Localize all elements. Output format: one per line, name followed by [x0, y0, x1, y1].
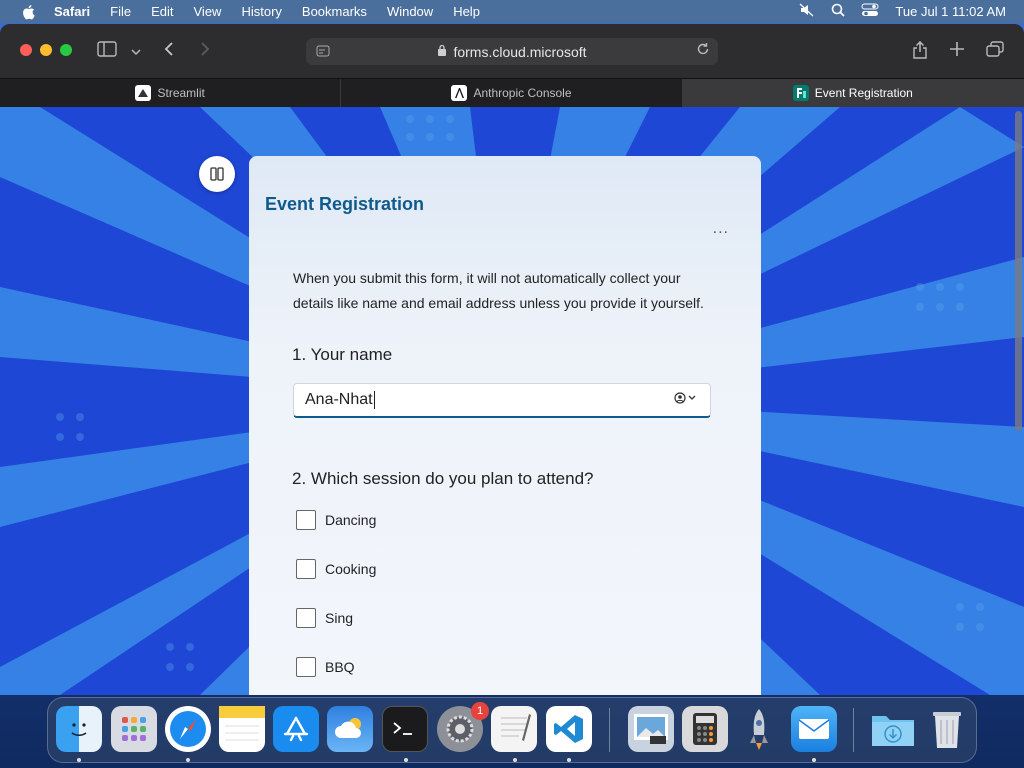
- menu-history[interactable]: History: [241, 4, 281, 19]
- menu-view[interactable]: View: [194, 4, 222, 19]
- control-center-icon[interactable]: [861, 3, 879, 20]
- book-icon: [210, 167, 224, 181]
- tab-streamlit[interactable]: Streamlit: [0, 79, 342, 107]
- streamlit-icon: [135, 85, 152, 101]
- launchpad-icon[interactable]: [111, 706, 157, 752]
- running-indicator: [186, 758, 190, 762]
- question-label: Your name: [310, 345, 393, 364]
- share-icon[interactable]: [912, 40, 928, 64]
- page-menu-icon[interactable]: [316, 44, 330, 61]
- checkbox[interactable]: [296, 657, 316, 677]
- menubar-clock[interactable]: Tue Jul 1 11:02 AM: [895, 4, 1006, 19]
- option-label: Sing: [325, 610, 354, 626]
- checkbox[interactable]: [296, 608, 316, 628]
- tab-label: Streamlit: [157, 86, 205, 100]
- running-indicator: [404, 758, 408, 762]
- web-page: Event Registration ... When you submit t…: [0, 107, 1024, 695]
- notes-icon[interactable]: [219, 706, 265, 752]
- tab-label: Event Registration: [814, 86, 913, 100]
- address-bar[interactable]: forms.cloud.microsoft: [306, 38, 718, 65]
- reload-icon[interactable]: [696, 42, 710, 59]
- browser-toolbar: forms.cloud.microsoft: [0, 24, 1024, 78]
- dock-separator: [609, 708, 610, 752]
- safari-icon[interactable]: [165, 706, 211, 752]
- new-tab-icon[interactable]: [949, 41, 965, 62]
- option-label: BBQ: [325, 659, 355, 675]
- menu-edit[interactable]: Edit: [151, 4, 173, 19]
- form-title: Event Registration: [265, 194, 425, 214]
- option-label: Dancing: [325, 512, 377, 528]
- name-input-value: Ana-Nhat: [305, 391, 373, 408]
- rocket-icon[interactable]: [736, 706, 782, 752]
- question-2: 2. Which session do you plan to attend?: [292, 469, 594, 489]
- more-options-button[interactable]: ...: [713, 220, 729, 238]
- question-label: Which session do you plan to attend?: [310, 469, 594, 488]
- option-dancing[interactable]: Dancing: [296, 510, 376, 530]
- name-input[interactable]: Ana-Nhat: [293, 383, 711, 418]
- menu-file[interactable]: File: [110, 4, 131, 19]
- mute-icon[interactable]: [799, 3, 815, 20]
- search-icon[interactable]: [831, 3, 846, 20]
- question-number: 2.: [292, 469, 307, 488]
- sidebar-toggle-icon[interactable]: [97, 41, 117, 62]
- menu-app-name[interactable]: Safari: [54, 4, 90, 19]
- chevron-down-icon[interactable]: [131, 43, 141, 61]
- option-cooking[interactable]: Cooking: [296, 559, 376, 579]
- dock-separator: [853, 708, 854, 752]
- running-indicator: [77, 758, 81, 762]
- tab-bar: Streamlit Anthropic Console Event Regist…: [0, 78, 1024, 107]
- minimize-window-button[interactable]: [40, 44, 52, 56]
- immersive-reader-button[interactable]: [199, 156, 235, 192]
- vscode-icon[interactable]: [546, 706, 592, 752]
- page-scrollbar[interactable]: [1015, 111, 1022, 431]
- autofill-contact-icon[interactable]: [674, 392, 698, 407]
- trash-icon[interactable]: [924, 706, 970, 752]
- anthropic-icon: [451, 85, 468, 101]
- lock-icon: [437, 44, 447, 59]
- window-controls: [20, 44, 72, 56]
- dock: 1: [47, 697, 977, 763]
- system-settings-icon[interactable]: 1: [437, 702, 489, 752]
- running-indicator: [567, 758, 571, 762]
- preview-icon[interactable]: [628, 706, 674, 752]
- menu-help[interactable]: Help: [453, 4, 480, 19]
- option-label: Cooking: [325, 561, 377, 577]
- menu-window[interactable]: Window: [387, 4, 433, 19]
- forward-icon[interactable]: [199, 41, 211, 62]
- tab-anthropic-console[interactable]: Anthropic Console: [341, 79, 683, 107]
- checkbox[interactable]: [296, 559, 316, 579]
- option-bbq[interactable]: BBQ: [296, 657, 355, 677]
- question-number: 1.: [292, 345, 307, 364]
- textedit-icon[interactable]: [491, 706, 537, 752]
- downloads-folder-icon[interactable]: [870, 706, 916, 752]
- mail-icon[interactable]: [791, 706, 837, 752]
- finder-icon[interactable]: [56, 706, 102, 752]
- zoom-window-button[interactable]: [60, 44, 72, 56]
- close-window-button[interactable]: [20, 44, 32, 56]
- running-indicator: [812, 758, 816, 762]
- form-card: Event Registration ... When you submit t…: [249, 156, 761, 695]
- safari-window: forms.cloud.microsoft Streamlit Anthropi…: [0, 24, 1024, 695]
- text-caret: [373, 391, 375, 409]
- tab-overview-icon[interactable]: [986, 41, 1004, 62]
- back-icon[interactable]: [163, 41, 175, 62]
- forms-icon: [792, 85, 809, 101]
- app-store-icon[interactable]: [273, 706, 319, 752]
- form-description: When you submit this form, it will not a…: [293, 270, 704, 311]
- url-text: forms.cloud.microsoft: [453, 43, 587, 60]
- menu-bar: Safari File Edit View History Bookmarks …: [0, 0, 1024, 23]
- terminal-icon[interactable]: [382, 706, 428, 752]
- weather-icon[interactable]: [327, 706, 373, 752]
- option-sing[interactable]: Sing: [296, 608, 353, 628]
- calculator-icon[interactable]: [682, 706, 728, 752]
- checkbox[interactable]: [296, 510, 316, 530]
- notification-badge: 1: [471, 702, 489, 720]
- menu-bookmarks[interactable]: Bookmarks: [302, 4, 367, 19]
- tab-label: Anthropic Console: [473, 86, 572, 100]
- question-1: 1. Your name: [292, 345, 392, 365]
- tab-event-registration[interactable]: Event Registration: [682, 79, 1024, 107]
- apple-icon[interactable]: [20, 4, 36, 20]
- running-indicator: [513, 758, 517, 762]
